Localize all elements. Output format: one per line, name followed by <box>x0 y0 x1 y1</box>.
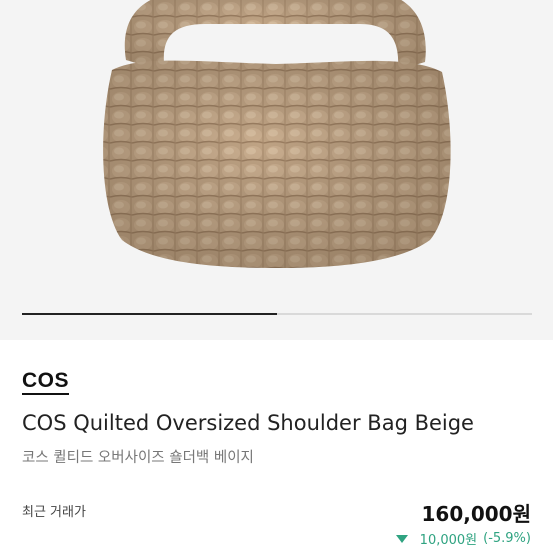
price-change-percent: (-5.9%) <box>483 531 531 546</box>
quilted-bag-photo <box>103 0 451 268</box>
gallery-indicator-fill <box>22 313 277 315</box>
product-image[interactable] <box>0 0 553 340</box>
product-title-en: COS Quilted Oversized Shoulder Bag Beige <box>22 411 474 435</box>
brand-link[interactable]: COS <box>22 370 70 395</box>
price-change-amount: 10,000원 <box>419 533 478 548</box>
product-title-ko: 코스 퀼티드 오버사이즈 숄더백 베이지 <box>22 450 254 466</box>
down-arrow-icon <box>395 534 408 543</box>
recent-price-value: 160,000원 <box>421 502 532 526</box>
gallery-indicator <box>22 313 532 315</box>
price-change: 10,000원 (-5.9%) <box>395 529 531 548</box>
recent-price-label: 최근 거래가 <box>22 505 86 520</box>
